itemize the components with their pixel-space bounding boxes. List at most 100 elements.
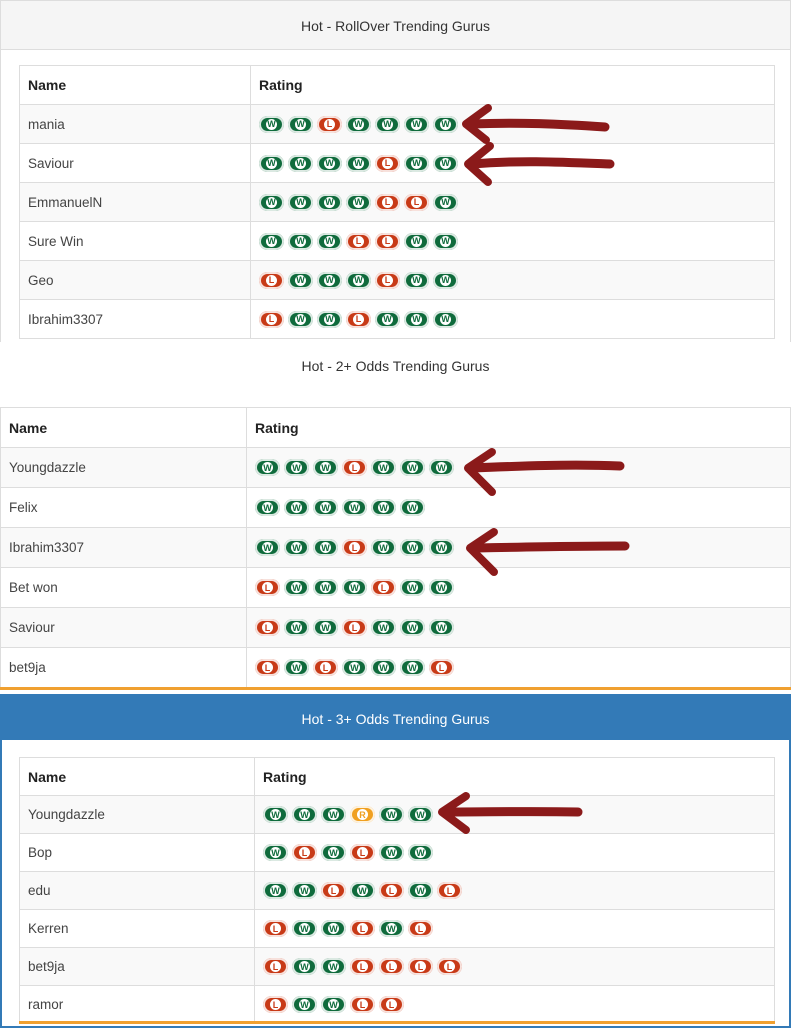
badge-letter: W <box>299 999 310 1010</box>
table-row: EmmanuelNWWWWLLW <box>20 183 775 222</box>
win-badge: W <box>371 539 396 556</box>
guru-name[interactable]: Bet won <box>1 568 247 608</box>
guru-name[interactable]: Bop <box>20 834 255 872</box>
loss-badge: L <box>342 459 367 476</box>
badge-letter: L <box>378 582 389 593</box>
rating-cell: LWWLWWW <box>247 608 791 648</box>
loss-badge: L <box>350 844 375 861</box>
loss-badge: L <box>437 882 462 899</box>
win-badge: W <box>259 116 284 133</box>
badge-letter: W <box>295 236 306 247</box>
win-badge: W <box>255 459 280 476</box>
win-badge: W <box>313 619 338 636</box>
guru-name[interactable]: Felix <box>1 488 247 528</box>
guru-name[interactable]: Saviour <box>20 144 251 183</box>
loss-badge: L <box>259 311 284 328</box>
badge-letter: L <box>353 236 364 247</box>
rating-badges: LWWWLWW <box>259 272 774 289</box>
guru-name[interactable]: EmmanuelN <box>20 183 251 222</box>
win-badge: W <box>433 233 458 250</box>
win-badge: W <box>371 499 396 516</box>
table-row: Ibrahim3307WWWLWWW <box>1 528 791 568</box>
badge-letter: W <box>299 961 310 972</box>
win-badge: W <box>379 806 404 823</box>
badge-letter: W <box>349 582 360 593</box>
badge-letter: L <box>328 885 339 896</box>
badge-letter: L <box>415 923 426 934</box>
win-badge: W <box>292 806 317 823</box>
rollover-gurus-panel: Hot - RollOver Trending Gurus Name Ratin… <box>0 0 791 344</box>
win-badge: W <box>313 499 338 516</box>
guru-name[interactable]: bet9ja <box>1 648 247 688</box>
rating-badges: WWWWLWW <box>259 155 774 172</box>
win-badge: W <box>321 920 346 937</box>
badge-letter: W <box>353 119 364 130</box>
badge-letter: W <box>324 275 335 286</box>
badge-letter: W <box>299 885 310 896</box>
badge-letter: W <box>291 582 302 593</box>
rating-header: Rating <box>251 66 775 105</box>
loss-badge: L <box>375 233 400 250</box>
rating-badges: LWWLL <box>263 996 774 1013</box>
badge-letter: W <box>295 119 306 130</box>
guru-name[interactable]: Saviour <box>1 608 247 648</box>
badge-letter: W <box>440 197 451 208</box>
badge-letter: L <box>436 662 447 673</box>
win-badge: W <box>408 806 433 823</box>
guru-name[interactable]: Youngdazzle <box>20 796 255 834</box>
win-badge: W <box>429 539 454 556</box>
badge-letter: W <box>262 502 273 513</box>
guru-name[interactable]: Youngdazzle <box>1 448 247 488</box>
badge-letter: W <box>299 923 310 934</box>
guru-name[interactable]: Ibrahim3307 <box>20 300 251 339</box>
win-badge: W <box>255 539 280 556</box>
guru-name[interactable]: ramor <box>20 986 255 1024</box>
rating-cell: LWWWLWW <box>247 568 791 608</box>
rating-cell: LWWLL <box>255 986 775 1024</box>
win-badge: W <box>404 272 429 289</box>
badge-letter: W <box>353 158 364 169</box>
badge-letter: W <box>407 582 418 593</box>
rating-badges: WWLWLWL <box>263 882 774 899</box>
badge-letter: W <box>295 314 306 325</box>
guru-name[interactable]: Ibrahim3307 <box>1 528 247 568</box>
loss-badge: L <box>375 272 400 289</box>
badge-letter: L <box>262 582 273 593</box>
loss-badge: L <box>259 272 284 289</box>
guru-name[interactable]: Kerren <box>20 910 255 948</box>
badge-letter: W <box>415 809 426 820</box>
badge-letter: W <box>411 119 422 130</box>
loss-badge: L <box>346 311 371 328</box>
guru-name[interactable]: mania <box>20 105 251 144</box>
badge-letter: W <box>436 462 447 473</box>
guru-name[interactable]: bet9ja <box>20 948 255 986</box>
guru-name[interactable]: Geo <box>20 261 251 300</box>
rating-cell: WLWLWW <box>255 834 775 872</box>
win-badge: W <box>259 155 284 172</box>
rating-badges: WWWLWWW <box>255 539 790 556</box>
badge-letter: W <box>295 275 306 286</box>
orange-divider <box>0 687 791 690</box>
badge-letter: W <box>291 462 302 473</box>
badge-letter: W <box>320 502 331 513</box>
badge-letter: W <box>436 622 447 633</box>
win-badge: W <box>429 459 454 476</box>
win-badge: W <box>342 579 367 596</box>
loss-badge: L <box>350 996 375 1013</box>
guru-name[interactable]: Sure Win <box>20 222 251 261</box>
loss-badge: L <box>350 958 375 975</box>
loss-badge: L <box>346 233 371 250</box>
loss-badge: L <box>263 920 288 937</box>
win-badge: W <box>288 233 313 250</box>
loss-badge: L <box>375 194 400 211</box>
win-badge: W <box>292 882 317 899</box>
guru-name[interactable]: edu <box>20 872 255 910</box>
badge-letter: W <box>378 542 389 553</box>
win-badge: W <box>404 311 429 328</box>
panel-title: Hot - 3+ Odds Trending Gurus <box>2 696 789 740</box>
badge-letter: W <box>291 502 302 513</box>
badge-letter: W <box>411 275 422 286</box>
badge-letter: L <box>357 923 368 934</box>
loss-badge: L <box>263 996 288 1013</box>
loss-badge: L <box>408 958 433 975</box>
